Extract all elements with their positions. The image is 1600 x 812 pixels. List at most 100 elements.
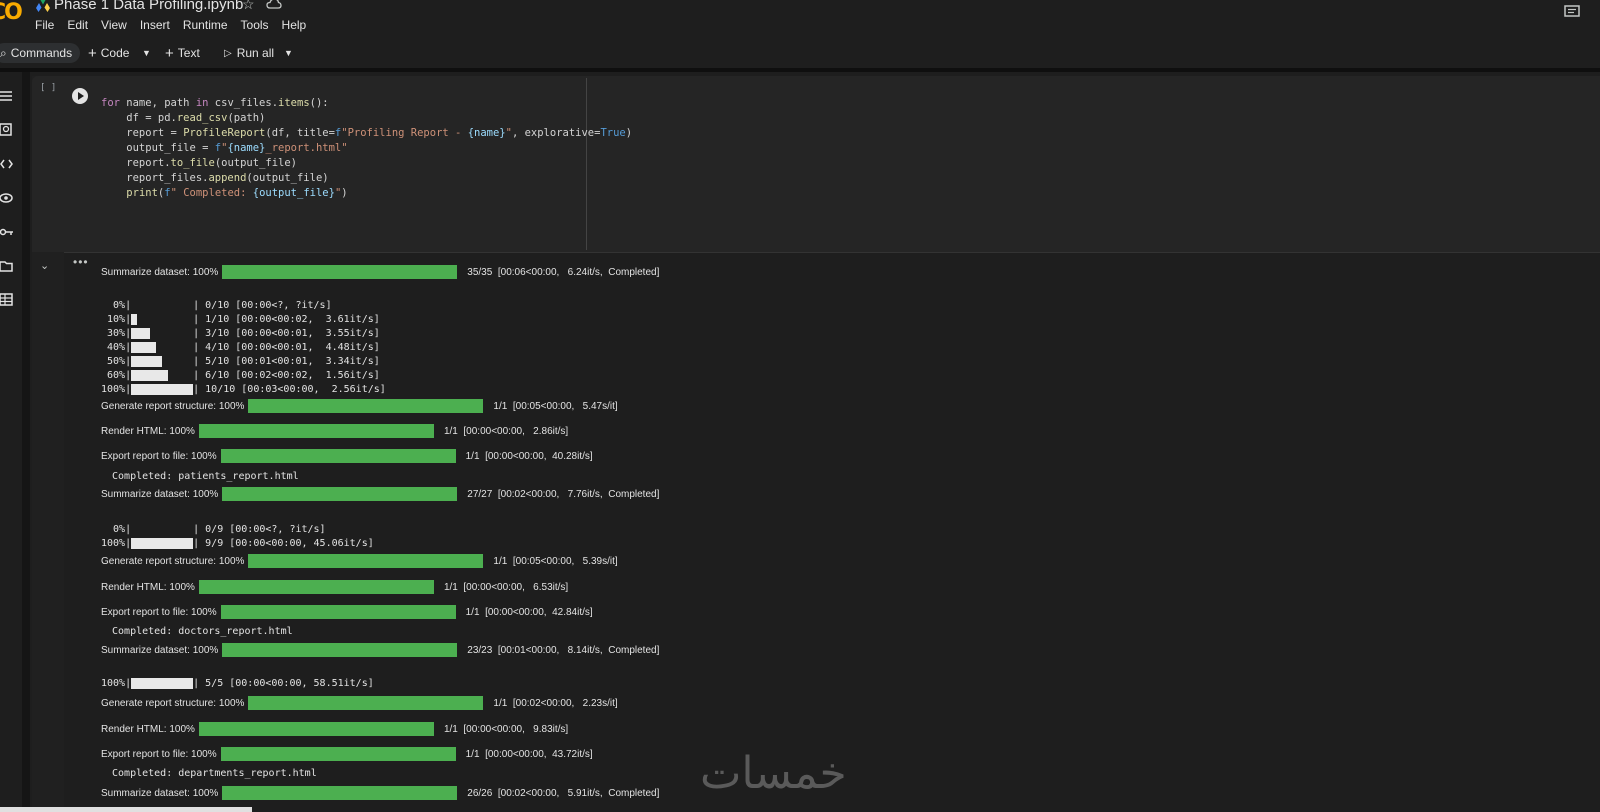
progress-stats: 27/27 [00:02<00:00, 7.76it/s, Completed] xyxy=(467,488,660,500)
text-label: Text xyxy=(177,46,200,60)
execution-count: [ ] xyxy=(40,83,57,93)
progress-stats: 23/23 [00:01<00:00, 8.14it/s, Completed] xyxy=(467,644,660,656)
tqdm-track xyxy=(131,314,193,325)
tqdm-fill xyxy=(131,342,157,353)
completed-message: Completed: doctors_report.html xyxy=(106,626,293,637)
tqdm-line: 100%| | 9/9 [00:00<00:00, 45.06it/s] xyxy=(101,538,374,549)
menu-edit[interactable]: Edit xyxy=(67,18,88,32)
progress-bar-generate: Generate report structure: 100% 1/1 [00:0… xyxy=(101,399,618,413)
tqdm-stats: | 4/10 [00:00<00:01, 4.48it/s] xyxy=(193,342,380,353)
progress-stats: 1/1 [00:00<00:00, 2.86it/s] xyxy=(443,425,569,437)
progress-fill xyxy=(248,696,484,710)
code-line: df = pd.read_csv(path) xyxy=(101,112,266,124)
collapse-output-icon[interactable]: ⌄ xyxy=(40,259,49,272)
progress-label: Render HTML: 100% xyxy=(101,581,195,593)
progress-fill xyxy=(220,747,456,761)
menu-insert[interactable]: Insert xyxy=(140,18,170,32)
commands-button[interactable]: ⌕ Commands xyxy=(0,43,81,63)
code-dropdown-icon[interactable]: ▼ xyxy=(142,43,151,63)
menu-help[interactable]: Help xyxy=(282,18,307,32)
tqdm-stats: | 9/9 [00:00<00:00, 45.06it/s] xyxy=(193,538,374,549)
progress-label: Export report to file: 100% xyxy=(101,748,217,760)
tqdm-stats: | 10/10 [00:03<00:00, 2.56it/s] xyxy=(193,384,386,395)
code-line: report_files.append(output_file) xyxy=(101,172,329,184)
completed-message: Completed: patients_report.html xyxy=(106,471,299,482)
tqdm-line: 0%| | 0/9 [00:00<?, ?it/s] xyxy=(101,524,326,535)
key-icon[interactable] xyxy=(0,225,14,239)
variables-icon[interactable] xyxy=(0,191,14,205)
plus-icon: + xyxy=(88,44,97,62)
tqdm-percent: 40% xyxy=(101,342,126,353)
tqdm-line: 50%| | 5/10 [00:01<00:01, 3.34it/s] xyxy=(101,356,380,367)
notebook-title[interactable]: Phase 1 Data Profiling.ipynb xyxy=(54,0,243,13)
progress-bar-summarize: Summarize dataset: 100% 35/35 [00:06<00:0… xyxy=(101,265,659,279)
progress-label: Render HTML: 100% xyxy=(101,425,195,437)
menu-runtime[interactable]: Runtime xyxy=(183,18,228,32)
star-icon[interactable]: ☆ xyxy=(242,0,255,13)
progress-fill xyxy=(222,643,458,657)
tqdm-percent: 0% xyxy=(101,524,126,535)
progress-bar-render: Render HTML: 100% 1/1 [00:00<00:00, 2.86i… xyxy=(101,424,568,438)
progress-stats: 1/1 [00:00<00:00, 43.72it/s] xyxy=(465,748,593,760)
tqdm-percent: 10% xyxy=(101,314,126,325)
tqdm-track xyxy=(131,300,193,311)
progress-fill xyxy=(222,786,458,800)
progress-label: Export report to file: 100% xyxy=(101,450,217,462)
progress-label: Summarize dataset: 100% xyxy=(101,266,219,278)
progress-stats: 1/1 [00:00<00:00, 42.84it/s] xyxy=(465,606,593,618)
tqdm-fill xyxy=(131,370,169,381)
code-snippets-icon[interactable] xyxy=(0,157,14,171)
tqdm-track xyxy=(131,524,193,535)
colab-logo[interactable]: CO xyxy=(0,0,23,25)
progress-label: Generate report structure: 100% xyxy=(101,555,245,567)
tqdm-track xyxy=(131,342,193,353)
table-icon[interactable] xyxy=(0,293,14,307)
run-all-button[interactable]: ▷ Run all xyxy=(224,43,274,63)
code-editor[interactable]: for name, path in csv_files.items(): df … xyxy=(101,96,632,201)
progress-bar-summarize: Summarize dataset: 100% 26/26 [00:02<00:0… xyxy=(101,786,659,800)
watermark: خمسات xyxy=(700,748,847,799)
run-cell-icon[interactable] xyxy=(72,88,88,104)
horizontal-scrollbar[interactable] xyxy=(0,807,252,812)
toc-icon[interactable] xyxy=(0,89,14,103)
find-icon[interactable] xyxy=(0,123,14,137)
progress-bar-generate: Generate report structure: 100% 1/1 [00:0… xyxy=(101,696,618,710)
progress-bar-export: Export report to file: 100% 1/1 [00:00<00… xyxy=(101,449,593,463)
code-label: Code xyxy=(100,46,130,60)
output-separator xyxy=(64,252,1600,253)
menu-tools[interactable]: Tools xyxy=(241,18,269,32)
progress-fill xyxy=(220,605,456,619)
add-code-button[interactable]: + Code xyxy=(88,43,129,63)
tqdm-percent: 100% xyxy=(101,384,126,395)
progress-stats: 26/26 [00:02<00:00, 5.91it/s, Completed] xyxy=(467,787,660,799)
tqdm-line: 100%| | 10/10 [00:03<00:00, 2.56it/s] xyxy=(101,384,386,395)
progress-fill xyxy=(198,424,434,438)
tqdm-stats: | 6/10 [00:02<00:02, 1.56it/s] xyxy=(193,370,380,381)
tqdm-fill xyxy=(131,538,194,549)
tqdm-fill xyxy=(131,384,194,395)
run-all-dropdown-icon[interactable]: ▼ xyxy=(284,43,293,63)
tqdm-line: 100%| | 5/5 [00:00<00:00, 58.51it/s] xyxy=(101,678,374,689)
tqdm-line: 30%| | 3/10 [00:00<00:01, 3.55it/s] xyxy=(101,328,380,339)
progress-stats: 1/1 [00:02<00:00, 2.23s/it] xyxy=(493,697,618,709)
progress-label: Generate report structure: 100% xyxy=(101,400,245,412)
folder-icon[interactable] xyxy=(0,259,14,273)
progress-fill xyxy=(248,554,484,568)
menu-file[interactable]: File xyxy=(35,18,54,32)
tqdm-percent: 100% xyxy=(101,538,126,549)
tqdm-track xyxy=(131,328,193,339)
progress-stats: 1/1 [00:00<00:00, 9.83it/s] xyxy=(443,723,569,735)
comment-icon[interactable] xyxy=(1564,5,1580,19)
cloud-icon xyxy=(266,0,282,9)
output-menu-icon[interactable]: ••• xyxy=(73,255,89,269)
progress-fill xyxy=(198,722,434,736)
progress-fill xyxy=(222,487,458,501)
tqdm-stats: | 0/10 [00:00<?, ?it/s] xyxy=(193,300,332,311)
code-line: print(f" Completed: {output_file}") xyxy=(126,187,348,199)
search-icon: ⌕ xyxy=(0,45,7,60)
add-text-button[interactable]: + Text xyxy=(165,43,200,63)
tqdm-stats: | 5/10 [00:01<00:01, 3.34it/s] xyxy=(193,356,380,367)
tqdm-fill xyxy=(131,678,194,689)
menu-view[interactable]: View xyxy=(101,18,127,32)
code-line: report = ProfileReport(df, title=f"Profi… xyxy=(101,127,633,139)
